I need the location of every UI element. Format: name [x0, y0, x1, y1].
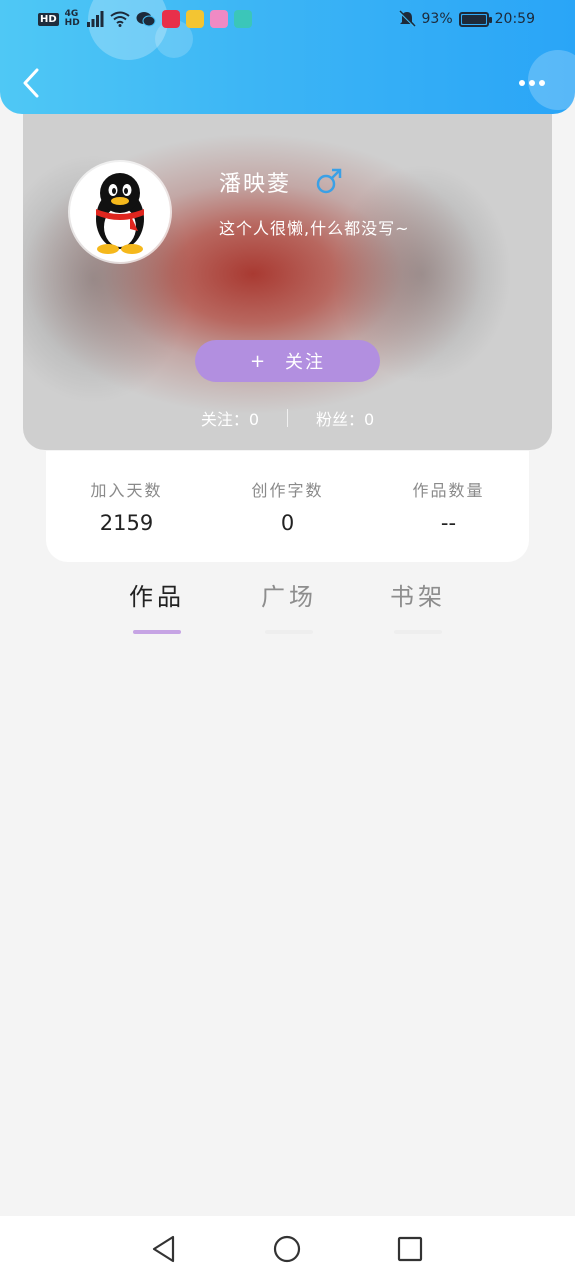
- nav-back-button[interactable]: [149, 1234, 179, 1264]
- stat-value: --: [440, 511, 457, 535]
- more-dots-icon: [539, 80, 545, 86]
- system-nav-bar: [0, 1216, 575, 1280]
- nav-recent-icon: [397, 1236, 423, 1262]
- plus-icon: +: [249, 350, 268, 372]
- following-count[interactable]: 关注：0: [201, 406, 259, 430]
- penguin-avatar-icon: [96, 173, 144, 254]
- nav-home-button[interactable]: [272, 1234, 302, 1264]
- xiaohongshu-icon: [161, 10, 180, 28]
- stat-label: 创作字数: [251, 481, 324, 500]
- stat-word-count: 创作字数 0: [207, 477, 368, 535]
- mute-bell-icon: [398, 10, 416, 27]
- followers-count[interactable]: 粉丝：0: [316, 406, 374, 430]
- tab-label: 广场: [261, 583, 317, 611]
- male-gender-icon: [315, 167, 343, 195]
- follow-button[interactable]: + 关注: [195, 340, 380, 382]
- profile-card: 潘映菱 这个人很懒,什么都没写~ + 关注 关注：0 粉丝：0: [23, 114, 552, 450]
- user-bio: 这个人很懒,什么都没写~: [219, 219, 410, 238]
- nav-back-icon: [152, 1235, 175, 1263]
- hd-badge: HD: [38, 12, 59, 26]
- wifi-icon: [110, 11, 130, 27]
- tab-indicator: [394, 630, 442, 634]
- back-button[interactable]: [18, 66, 46, 100]
- tab-square[interactable]: 广场: [249, 577, 329, 634]
- stat-value: 2159: [99, 511, 154, 535]
- profile-page: HD 4G HD 93% 20:59 潘映菱 这个人很懒,什么都没写~ + 关注…: [0, 0, 575, 1280]
- wechat-icon: [136, 12, 156, 27]
- follow-label: 关注: [285, 352, 326, 373]
- status-bar: HD 4G HD 93% 20:59: [0, 0, 575, 40]
- avatar[interactable]: [70, 162, 170, 262]
- weibo-icon: [185, 10, 204, 28]
- app-icon: [209, 10, 228, 28]
- status-left: HD 4G HD: [38, 10, 252, 28]
- top-header: HD 4G HD 93% 20:59: [0, 0, 575, 114]
- chevron-left-icon: [23, 68, 39, 98]
- network-type: 4G HD: [64, 9, 80, 28]
- battery-percent: 93%: [421, 11, 453, 27]
- follow-stats: 关注：0 粉丝：0: [23, 406, 552, 430]
- clock: 20:59: [494, 11, 535, 27]
- tab-works[interactable]: 作品: [117, 577, 197, 634]
- book-app-icon: [233, 10, 252, 28]
- more-dots-icon: [529, 80, 535, 86]
- signal-icon: [86, 11, 104, 27]
- stat-label: 作品数量: [412, 481, 485, 500]
- stat-works-count: 作品数量 --: [368, 477, 529, 535]
- status-right: 93% 20:59: [398, 10, 535, 28]
- battery-level: [461, 14, 486, 24]
- stat-value: 0: [280, 511, 295, 535]
- user-stats-card: 加入天数 2159 创作字数 0 作品数量 --: [46, 451, 529, 562]
- more-dots-icon: [519, 80, 525, 86]
- tab-indicator: [133, 630, 181, 634]
- content-tabs: 作品 广场 书架: [0, 577, 575, 637]
- stat-join-days: 加入天数 2159: [46, 477, 207, 535]
- nav-recent-button[interactable]: [395, 1234, 425, 1264]
- stat-label: 加入天数: [90, 481, 163, 500]
- username: 潘映菱: [219, 172, 292, 197]
- battery-icon: [458, 11, 492, 27]
- tab-bookshelf[interactable]: 书架: [378, 577, 458, 634]
- divider: [287, 409, 288, 427]
- nav-home-icon: [273, 1235, 301, 1263]
- tab-indicator: [265, 630, 313, 634]
- tab-label: 作品: [129, 583, 185, 611]
- tab-label: 书架: [390, 583, 446, 611]
- more-button[interactable]: [519, 74, 553, 92]
